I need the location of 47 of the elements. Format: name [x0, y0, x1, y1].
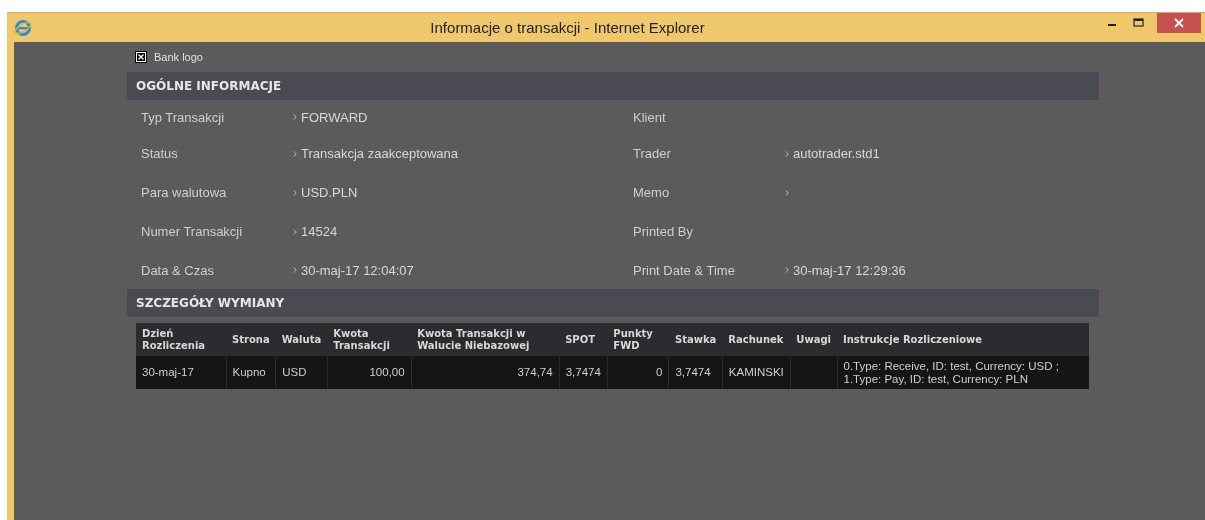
table-cell: 100,00 — [327, 356, 412, 389]
table-cell: 30-maj-17 — [136, 356, 226, 389]
field-label: Trader — [632, 146, 672, 161]
column-header: Kwota Transakcji w Walucie Niebazowej — [411, 323, 560, 356]
column-header: Uwagi — [790, 323, 837, 356]
field-value: FORWARD — [301, 109, 368, 125]
table-cell: 3,7474 — [559, 356, 608, 389]
close-button[interactable] — [1157, 13, 1201, 33]
table-cell: USD — [275, 356, 328, 389]
column-header: Rachunek — [722, 323, 791, 356]
column-header: Strona — [226, 323, 276, 356]
section-header: OGÓLNE INFORMACJE — [127, 72, 1099, 100]
field-value: autotrader.std1 — [793, 146, 880, 161]
column-header: Waluta — [275, 323, 328, 356]
field-value: USD.PLN — [301, 185, 358, 200]
field-value: 14524 — [301, 224, 338, 239]
section-header: SZCZEGÓŁY WYMIANY — [127, 289, 1099, 317]
field-label: Printed By — [632, 224, 694, 239]
column-header: Dzień Rozliczenia — [136, 323, 226, 356]
table-cell: 374,74 — [411, 356, 560, 389]
table-cell: 0 — [607, 356, 669, 389]
field-label: Memo — [632, 185, 671, 200]
field-label: Status — [140, 146, 179, 161]
logo-alt-text: Bank logo — [154, 51, 203, 63]
field-value: Transakcja zaakceptowana — [301, 146, 459, 161]
table-cell: 0.Type: Receive, ID: test, Currency: USD ; 1.Type: Pay, ID: test, Currency: PLN — [837, 356, 1089, 389]
field-label: Print Date & Time — [632, 262, 736, 278]
column-header: Punkty FWD — [607, 323, 669, 356]
window-title: Informacje o transakcji - Internet Explorer — [429, 19, 706, 36]
table-cell: 3,7474 — [668, 356, 723, 389]
field-label: Para walutowa — [140, 185, 228, 200]
column-header: SPOT — [559, 323, 608, 356]
close-icon — [1174, 18, 1184, 28]
browser-icon — [14, 18, 32, 37]
field-value: 30-maj-17 12:29:36 — [793, 262, 906, 278]
field-label: Numer Transakcji — [140, 224, 244, 239]
column-header: Stawka — [668, 323, 723, 356]
field-label: Data & Czas — [140, 262, 215, 278]
column-header: Kwota Transakcji — [327, 323, 412, 356]
column-header: Instrukcje Rozliczeniowe — [837, 323, 1089, 356]
broken-image-icon — [135, 51, 147, 63]
field-label: Typ Transakcji — [140, 109, 226, 125]
field-label: Klient — [632, 109, 667, 125]
table-cell: Kupno — [226, 356, 276, 389]
maximize-icon — [1132, 18, 1144, 28]
field-value: 30-maj-17 12:04:07 — [301, 262, 414, 278]
table-cell: KAMINSKI — [722, 356, 791, 389]
